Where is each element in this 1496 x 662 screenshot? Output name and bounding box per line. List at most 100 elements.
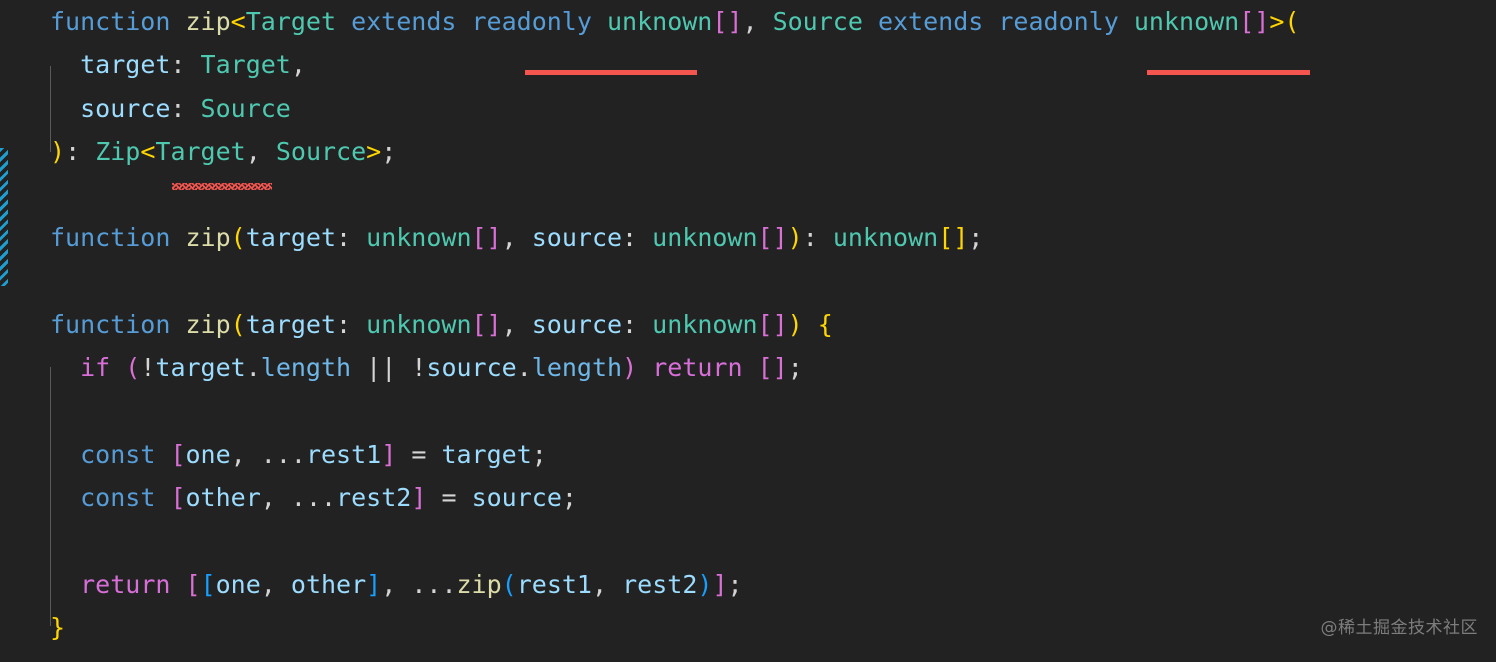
code-token: Target (245, 7, 337, 36)
watermark-label: @稀土掘金技术社区 (1320, 617, 1478, 638)
code-line[interactable] (50, 520, 1496, 563)
code-line[interactable]: function zip(target: unknown[], source: … (50, 303, 1496, 346)
code-token: , (501, 310, 517, 340)
code-token: const (80, 439, 156, 469)
error-underline-readonly-2 (1147, 70, 1310, 75)
code-token: : (65, 136, 81, 166)
code-token: length (260, 353, 352, 383)
code-line[interactable] (50, 390, 1496, 433)
code-token: : (170, 50, 186, 80)
code-line[interactable]: source: Source (50, 87, 1496, 130)
code-token: < (230, 7, 246, 36)
code-line[interactable]: const [other, ...rest2] = source; (50, 476, 1496, 519)
code-token: source (471, 483, 562, 513)
code-token: , (260, 569, 276, 599)
code-token: unknown (832, 223, 939, 253)
code-token: unknown (652, 310, 758, 340)
code-token: Target (200, 50, 291, 80)
code-line[interactable]: function zip(target: unknown[], source: … (50, 216, 1496, 259)
code-token: ( (125, 353, 141, 383)
code-token: ... (260, 439, 306, 469)
code-token: extends (351, 7, 457, 36)
code-token: rest2 (336, 483, 412, 513)
code-token: : (170, 93, 186, 123)
code-token: ] (411, 483, 427, 513)
code-token: if (80, 353, 111, 383)
code-token: [ (200, 569, 216, 599)
code-token: Source (772, 7, 863, 36)
code-token: one (215, 569, 261, 599)
code-token: target (245, 223, 337, 253)
code-line[interactable] (50, 260, 1496, 303)
code-token: return (652, 353, 743, 383)
error-squiggle-target (172, 183, 272, 190)
code-content[interactable]: function zip<Target extends readonly unk… (50, 0, 1496, 649)
code-line[interactable]: } (50, 606, 1496, 649)
code-token: [] (1239, 7, 1270, 36)
code-token: ( (230, 223, 246, 253)
code-token: ) (697, 569, 713, 599)
code-token: ] (366, 569, 382, 599)
code-token: . (516, 353, 532, 383)
code-token: [] (757, 353, 788, 383)
code-line[interactable]: return [[one, other], ...zip(rest1, rest… (50, 563, 1496, 606)
code-token: unknown (1133, 7, 1240, 36)
code-token: source (531, 223, 623, 253)
code-line[interactable]: target: Target, (50, 43, 1496, 86)
code-line[interactable]: const [one, ...rest1] = target; (50, 433, 1496, 476)
code-token: , (245, 136, 261, 166)
code-token: > (1269, 7, 1285, 36)
code-token: Zip (95, 136, 141, 166)
code-token: readonly (998, 7, 1119, 36)
code-token: ; (531, 439, 547, 469)
code-token: ] (712, 569, 728, 599)
git-change-bar (0, 148, 8, 286)
code-token: extends (877, 7, 984, 36)
code-editor[interactable]: function zip<Target extends readonly unk… (0, 0, 1496, 662)
code-token: unknown (606, 7, 713, 36)
code-token: function (50, 7, 171, 36)
code-token: ] (381, 439, 397, 469)
code-token: [ (185, 569, 201, 599)
code-token: target (245, 310, 337, 340)
code-token: ! (140, 353, 156, 383)
code-token: unknown (652, 223, 758, 253)
code-line[interactable]: if (!target.length || !source.length) re… (50, 346, 1496, 389)
code-token: : (336, 223, 352, 253)
code-line[interactable] (50, 173, 1496, 216)
code-line[interactable]: ): Zip<Target, Source>; (50, 130, 1496, 173)
code-line[interactable]: function zip<Target extends readonly unk… (50, 0, 1496, 43)
error-underline-readonly-1 (525, 70, 697, 75)
code-token: : (622, 223, 638, 253)
code-token: = (441, 483, 457, 513)
code-token: ) (787, 223, 803, 253)
code-token: > (366, 136, 382, 166)
code-token: ) (50, 136, 66, 166)
code-token: [] (757, 223, 788, 253)
code-token: ( (1284, 7, 1300, 36)
